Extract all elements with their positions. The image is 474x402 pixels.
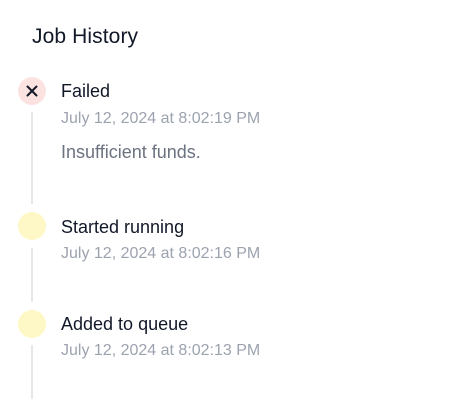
event-timestamp: July 12, 2024 at 8:02:19 PM	[61, 110, 261, 127]
job-history-timeline: Failed July 12, 2024 at 8:02:19 PM Insuf…	[0, 0, 474, 402]
queued-status-marker	[18, 310, 46, 338]
close-icon	[26, 85, 38, 97]
timeline-connector	[31, 345, 33, 399]
event-title: Added to queue	[61, 314, 189, 334]
event-title: Started running	[61, 217, 185, 237]
timeline-connector	[31, 112, 33, 204]
timeline-connector	[31, 248, 33, 302]
running-status-marker	[18, 212, 46, 240]
event-error-message: Insufficient funds.	[61, 142, 201, 162]
event-timestamp: July 12, 2024 at 8:02:16 PM	[61, 245, 261, 262]
event-title: Failed	[61, 81, 111, 101]
event-timestamp: July 12, 2024 at 8:02:13 PM	[61, 342, 261, 359]
failed-status-marker	[18, 77, 46, 105]
